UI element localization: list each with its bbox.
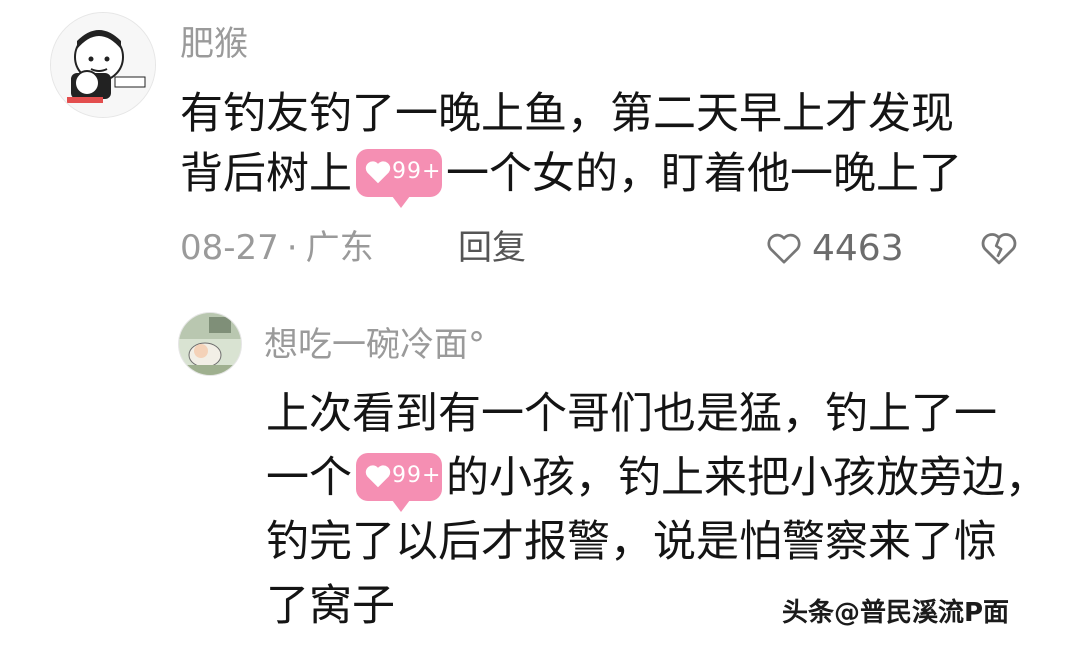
reply-text: 了窝子 (266, 581, 395, 631)
watermark: 头条@普民溪流P面 (782, 598, 1010, 628)
reply-avatar[interactable] (178, 312, 242, 376)
reply-text-line-3: 钓完了以后才报警，说是怕警察来了惊 (266, 514, 997, 570)
reply-button[interactable]: 回复 (458, 226, 526, 270)
heart-outline-icon (767, 233, 801, 264)
username[interactable]: 肥猴 (180, 24, 248, 64)
heart-icon (365, 464, 391, 487)
comment-page: 肥猴 有钓友钓了一晚上鱼，第二天早上才发现 背后树上 99+ 一个女的，盯着他一晚上… (0, 0, 1080, 648)
emoji-like-badge[interactable]: 99+ (356, 452, 442, 512)
reply-username[interactable]: 想吃一碗冷面° (264, 325, 485, 365)
comment-location: 广东 (305, 228, 374, 268)
reply-text: 上次看到有一个哥们也是猛，钓上了一 (266, 389, 997, 439)
reply-text-line-1: 上次看到有一个哥们也是猛，钓上了一 (266, 386, 997, 442)
reply-text-line-4: 了窝子 (266, 578, 395, 634)
reply-text: 的小孩，钓上来把小孩放旁边， (446, 453, 1048, 503)
like-count: 4463 (812, 227, 904, 269)
reply-text: 一个 (266, 453, 352, 503)
meta-separator: · (286, 228, 298, 268)
cartoon-avatar-icon (51, 13, 155, 117)
badge-count: 99+ (392, 158, 442, 184)
emoji-like-badge[interactable]: 99+ (356, 148, 442, 208)
cartoon-avatar-icon (179, 313, 241, 375)
avatar[interactable] (50, 12, 156, 118)
broken-heart-icon[interactable] (978, 227, 1020, 269)
comment-text-line-1: 有钓友钓了一晚上鱼，第二天早上才发现 (180, 86, 954, 142)
comment-text-line-2: 背后树上 99+ 一个女的，盯着他一晚上了 (180, 146, 962, 208)
comment-meta: 08-27 · 广东 (180, 226, 374, 270)
comment-date: 08-27 (180, 228, 279, 268)
badge-count: 99+ (392, 462, 442, 488)
like-button[interactable]: 4463 (764, 224, 904, 272)
reply-text: 钓完了以后才报警，说是怕警察来了惊 (266, 517, 997, 567)
comment-text: 一个女的，盯着他一晚上了 (446, 149, 962, 199)
reply-text-line-2: 一个 99+ 的小孩，钓上来把小孩放旁边， (266, 450, 1048, 512)
comment-text: 背后树上 (180, 149, 352, 199)
heart-icon (365, 160, 391, 183)
comment-text: 有钓友钓了一晚上鱼，第二天早上才发现 (180, 89, 954, 139)
